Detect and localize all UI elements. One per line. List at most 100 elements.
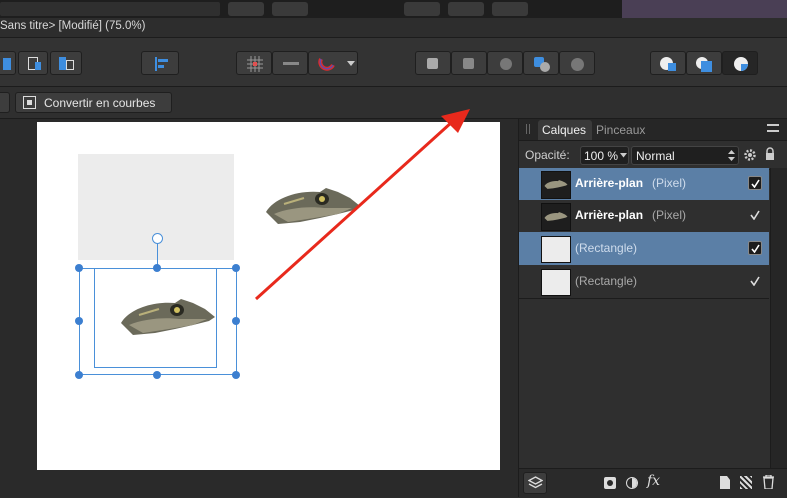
layer-name: Arrière-plan (575, 176, 644, 190)
opacity-field[interactable]: 100 % (580, 146, 629, 165)
grid-button[interactable] (236, 51, 272, 75)
boolean-add-button[interactable] (415, 51, 451, 75)
context-toolbar: Convertir en courbes (0, 87, 787, 119)
new-layer-icon[interactable] (720, 476, 730, 489)
checkmark-icon (751, 244, 760, 253)
layer-visibility-checkbox[interactable] (748, 241, 762, 255)
gray-rectangle-shape[interactable] (78, 154, 234, 260)
insert-top-icon-square (701, 61, 712, 72)
selection-box (79, 268, 237, 375)
arrange-icon-outline (66, 60, 74, 70)
chevron-down-icon (620, 153, 627, 158)
layer-row[interactable]: Arrière-plan (Pixel) (519, 200, 769, 233)
boolean-intersect-button[interactable] (487, 51, 523, 75)
lizard-thumbnail-icon (544, 212, 568, 221)
chevron-down-icon (347, 61, 355, 66)
adjustment-icon[interactable] (626, 477, 638, 489)
resize-handle[interactable] (75, 264, 83, 272)
align-left-icon-bar (158, 59, 168, 62)
panel-scrollbar[interactable] (770, 168, 787, 468)
insert-inside-button[interactable] (722, 51, 758, 75)
layer-row[interactable]: Arrière-plan (Pixel) (519, 168, 769, 201)
resize-handle[interactable] (232, 371, 240, 379)
layer-visibility-checkbox[interactable] (748, 176, 762, 190)
magnet-icon (318, 58, 335, 71)
resize-handle[interactable] (75, 371, 83, 379)
toolbar-button[interactable] (0, 51, 16, 75)
align-left-button[interactable] (141, 51, 179, 75)
insert-behind-button[interactable] (650, 51, 686, 75)
title-bar: Sans titre> [Modifié] (75.0%) (0, 18, 787, 38)
layer-thumbnail (541, 236, 571, 263)
tab-calques-label: Calques (542, 123, 587, 137)
opacity-label: Opacité: (525, 148, 570, 162)
toolbar-button[interactable] (50, 51, 82, 75)
share-button[interactable] (404, 2, 440, 16)
convert-to-curves-button[interactable]: Convertir en courbes (15, 92, 172, 113)
layer-row[interactable]: (Rectangle) (519, 232, 769, 266)
resize-handle[interactable] (153, 264, 161, 272)
lizard-thumbnail-icon (544, 180, 568, 189)
layers-stack-button[interactable] (523, 472, 547, 494)
mail-button[interactable] (492, 2, 528, 16)
layer-thumbnail (541, 171, 571, 199)
desktop-background (622, 0, 787, 18)
lizard-image[interactable] (264, 184, 362, 232)
layer-type: (Pixel) (652, 208, 687, 222)
window-title: Sans titre> [Modifié] (75.0%) (0, 20, 146, 32)
insert-top-button[interactable] (686, 51, 722, 75)
panel-grip-icon (526, 124, 530, 134)
address-bar (0, 2, 220, 16)
convert-to-curves-label: Convertir en courbes (44, 96, 156, 110)
main-toolbar (0, 38, 787, 87)
boolean-divide-button[interactable] (559, 51, 595, 75)
tab-calques[interactable]: Calques (538, 120, 592, 140)
system-button[interactable] (272, 2, 308, 16)
checkmark-icon[interactable] (750, 210, 760, 220)
resize-handle[interactable] (232, 264, 240, 272)
new-pixel-layer-icon[interactable] (740, 476, 752, 489)
lock-icon[interactable] (765, 147, 775, 161)
checkmark-icon (751, 179, 760, 188)
layer-type: (Pixel) (652, 176, 687, 190)
rotation-handle[interactable] (152, 233, 163, 244)
xor-shape-icon-circle (540, 62, 550, 72)
insert-inside-icon-quarter (741, 64, 748, 71)
snap-button[interactable] (272, 51, 308, 75)
convert-curves-icon (23, 96, 36, 109)
layer-row[interactable]: (Rectangle) (519, 265, 769, 299)
boolean-subtract-button[interactable] (451, 51, 487, 75)
snap-icon (283, 62, 299, 65)
boolean-xor-button[interactable] (523, 51, 559, 75)
arrange-icon (59, 57, 66, 70)
panel-tab-bar: Calques Pinceaux (519, 119, 787, 141)
toolbar-button[interactable] (18, 51, 48, 75)
align-icon (3, 58, 11, 70)
intersect-shape-icon (500, 58, 512, 70)
magnet-snapping-button[interactable] (308, 51, 358, 75)
resize-handle[interactable] (153, 371, 161, 379)
resize-handle[interactable] (232, 317, 240, 325)
layer-thumbnail (541, 203, 571, 231)
align-left-icon-bar (158, 65, 164, 68)
resize-handle[interactable] (75, 317, 83, 325)
fx-icon[interactable]: fx (647, 473, 660, 489)
arrange-icon-fill (35, 62, 41, 70)
layer-thumbnail (541, 269, 571, 296)
trash-icon[interactable] (763, 475, 774, 489)
gear-icon[interactable] (743, 148, 757, 162)
blend-mode-value: Normal (636, 149, 675, 163)
blend-mode-select[interactable]: Normal (631, 146, 739, 165)
panel-menu-icon[interactable] (767, 124, 779, 132)
context-button[interactable] (0, 92, 10, 113)
system-button[interactable] (228, 2, 264, 16)
stepper-icon (728, 150, 735, 161)
tab-pinceaux[interactable]: Pinceaux (593, 120, 653, 140)
panel-footer: fx (519, 468, 787, 498)
align-left-icon (155, 57, 157, 71)
checkmark-icon[interactable] (750, 276, 760, 286)
opacity-value: 100 % (584, 149, 619, 163)
cloud-button[interactable] (448, 2, 484, 16)
mask-icon[interactable] (604, 477, 616, 489)
divide-shape-icon (571, 58, 584, 71)
